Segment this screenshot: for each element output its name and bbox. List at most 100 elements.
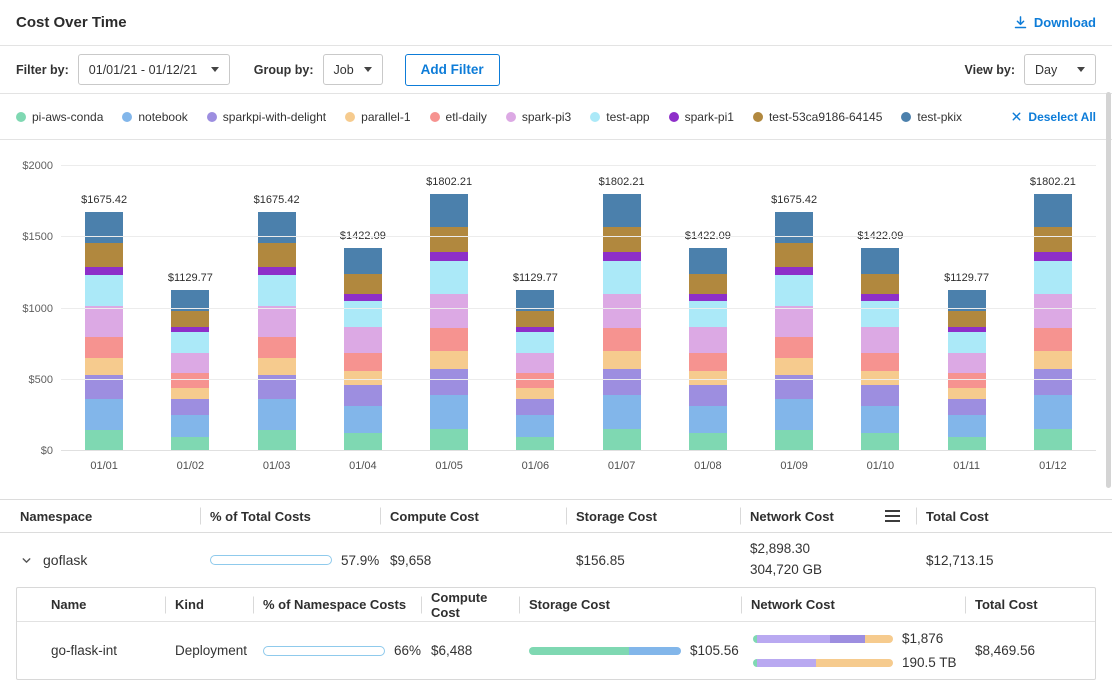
bar-segment-test-app[interactable] xyxy=(775,275,813,306)
bar-segment-test-pkix[interactable] xyxy=(258,212,296,243)
bar-segment-test-53ca9186-64145[interactable] xyxy=(603,227,641,253)
bar-segment-sparkpi-with-delight[interactable] xyxy=(344,385,382,406)
bar-segment-test-app[interactable] xyxy=(689,301,727,327)
stacked-bar-01/04[interactable] xyxy=(344,248,382,451)
bar-segment-etl-daily[interactable] xyxy=(344,353,382,371)
vertical-scrollbar-thumb[interactable] xyxy=(1106,92,1111,488)
bar-segment-test-53ca9186-64145[interactable] xyxy=(85,243,123,267)
legend-item-test-53ca9186-64145[interactable]: test-53ca9186-64145 xyxy=(753,110,882,124)
bar-segment-notebook[interactable] xyxy=(861,406,899,433)
bar-segment-test-app[interactable] xyxy=(948,332,986,353)
bar-segment-etl-daily[interactable] xyxy=(516,373,554,387)
col-header-total[interactable]: Total Cost xyxy=(965,597,1095,612)
bar-segment-sparkpi-with-delight[interactable] xyxy=(689,385,727,406)
stacked-bar-01/07[interactable] xyxy=(603,194,641,451)
bar-segment-pi-aws-conda[interactable] xyxy=(171,437,209,451)
bar-segment-etl-daily[interactable] xyxy=(1034,328,1072,351)
legend-item-spark-pi1[interactable]: spark-pi1 xyxy=(669,110,734,124)
deselect-all-button[interactable]: Deselect All xyxy=(1011,110,1096,124)
bar-segment-spark-pi3[interactable] xyxy=(344,327,382,353)
bar-segment-pi-aws-conda[interactable] xyxy=(861,433,899,451)
stacked-bar-01/05[interactable] xyxy=(430,194,468,451)
bar-segment-pi-aws-conda[interactable] xyxy=(603,429,641,451)
bar-segment-sparkpi-with-delight[interactable] xyxy=(430,369,468,395)
bar-segment-notebook[interactable] xyxy=(948,415,986,436)
bar-segment-spark-pi1[interactable] xyxy=(258,267,296,275)
stacked-bar-01/01[interactable] xyxy=(85,212,123,451)
stacked-bar-01/02[interactable] xyxy=(171,290,209,451)
bar-segment-notebook[interactable] xyxy=(516,415,554,436)
stacked-bar-01/03[interactable] xyxy=(258,212,296,451)
bar-segment-sparkpi-with-delight[interactable] xyxy=(603,369,641,395)
bar-segment-etl-daily[interactable] xyxy=(85,337,123,358)
bar-segment-etl-daily[interactable] xyxy=(603,328,641,351)
bar-segment-spark-pi3[interactable] xyxy=(85,306,123,337)
stacked-bar-01/11[interactable] xyxy=(948,290,986,451)
col-header-network[interactable]: Network Cost xyxy=(741,597,965,612)
bar-segment-test-pkix[interactable] xyxy=(344,248,382,273)
bar-segment-test-pkix[interactable] xyxy=(603,194,641,226)
bar-segment-pi-aws-conda[interactable] xyxy=(948,437,986,451)
col-header-compute[interactable]: Compute Cost xyxy=(421,590,519,620)
bar-segment-pi-aws-conda[interactable] xyxy=(430,429,468,451)
bar-segment-parallel-1[interactable] xyxy=(603,351,641,370)
bar-segment-test-app[interactable] xyxy=(258,275,296,306)
bar-segment-etl-daily[interactable] xyxy=(775,337,813,358)
stacked-bar-01/06[interactable] xyxy=(516,290,554,451)
bar-segment-etl-daily[interactable] xyxy=(861,353,899,371)
bar-segment-parallel-1[interactable] xyxy=(775,358,813,375)
bar-segment-etl-daily[interactable] xyxy=(948,373,986,387)
view-by-select[interactable]: Day xyxy=(1024,54,1096,85)
bar-segment-test-app[interactable] xyxy=(85,275,123,306)
bar-segment-spark-pi3[interactable] xyxy=(430,294,468,327)
col-header-network[interactable]: Network Cost xyxy=(740,509,916,524)
bar-segment-test-app[interactable] xyxy=(430,261,468,294)
bar-segment-spark-pi1[interactable] xyxy=(775,267,813,275)
legend-item-test-pkix[interactable]: test-pkix xyxy=(901,110,962,124)
legend-item-pi-aws-conda[interactable]: pi-aws-conda xyxy=(16,110,103,124)
bar-segment-parallel-1[interactable] xyxy=(430,351,468,370)
bar-segment-spark-pi1[interactable] xyxy=(603,252,641,261)
bar-segment-test-app[interactable] xyxy=(171,332,209,353)
stacked-bar-01/10[interactable] xyxy=(861,248,899,451)
col-header-compute[interactable]: Compute Cost xyxy=(380,509,566,524)
legend-item-sparkpi-with-delight[interactable]: sparkpi-with-delight xyxy=(207,110,326,124)
legend-item-notebook[interactable]: notebook xyxy=(122,110,187,124)
bar-segment-notebook[interactable] xyxy=(603,395,641,428)
stacked-bar-01/09[interactable] xyxy=(775,212,813,451)
bar-segment-parallel-1[interactable] xyxy=(1034,351,1072,370)
bar-segment-etl-daily[interactable] xyxy=(430,328,468,351)
bar-segment-notebook[interactable] xyxy=(775,399,813,430)
bar-segment-parallel-1[interactable] xyxy=(516,388,554,399)
add-filter-button[interactable]: Add Filter xyxy=(405,54,500,86)
column-menu-icon[interactable] xyxy=(885,510,900,522)
bar-segment-notebook[interactable] xyxy=(1034,395,1072,428)
bar-segment-test-53ca9186-64145[interactable] xyxy=(171,311,209,327)
bar-segment-spark-pi3[interactable] xyxy=(689,327,727,353)
bar-segment-test-app[interactable] xyxy=(344,301,382,327)
bar-segment-pi-aws-conda[interactable] xyxy=(516,437,554,451)
bar-segment-sparkpi-with-delight[interactable] xyxy=(1034,369,1072,395)
bar-segment-test-53ca9186-64145[interactable] xyxy=(948,311,986,327)
col-header-kind[interactable]: Kind xyxy=(165,597,253,612)
bar-segment-test-53ca9186-64145[interactable] xyxy=(1034,227,1072,253)
bar-segment-sparkpi-with-delight[interactable] xyxy=(861,385,899,406)
bar-segment-spark-pi3[interactable] xyxy=(516,353,554,374)
bar-segment-test-pkix[interactable] xyxy=(775,212,813,243)
bar-segment-etl-daily[interactable] xyxy=(689,353,727,371)
bar-segment-pi-aws-conda[interactable] xyxy=(344,433,382,451)
download-button[interactable]: Download xyxy=(1013,15,1096,30)
bar-segment-notebook[interactable] xyxy=(689,406,727,433)
bar-segment-parallel-1[interactable] xyxy=(258,358,296,375)
bar-segment-spark-pi1[interactable] xyxy=(85,267,123,275)
col-header-total[interactable]: Total Cost xyxy=(916,509,1096,524)
legend-item-etl-daily[interactable]: etl-daily xyxy=(430,110,487,124)
bar-segment-test-app[interactable] xyxy=(861,301,899,327)
bar-segment-parallel-1[interactable] xyxy=(948,388,986,399)
bar-segment-spark-pi3[interactable] xyxy=(775,306,813,337)
bar-segment-test-pkix[interactable] xyxy=(1034,194,1072,226)
col-header-storage[interactable]: Storage Cost xyxy=(566,509,740,524)
bar-segment-test-53ca9186-64145[interactable] xyxy=(689,274,727,295)
col-header-name[interactable]: Name xyxy=(47,597,165,612)
col-header-pct-total[interactable]: % of Total Costs xyxy=(200,509,380,524)
